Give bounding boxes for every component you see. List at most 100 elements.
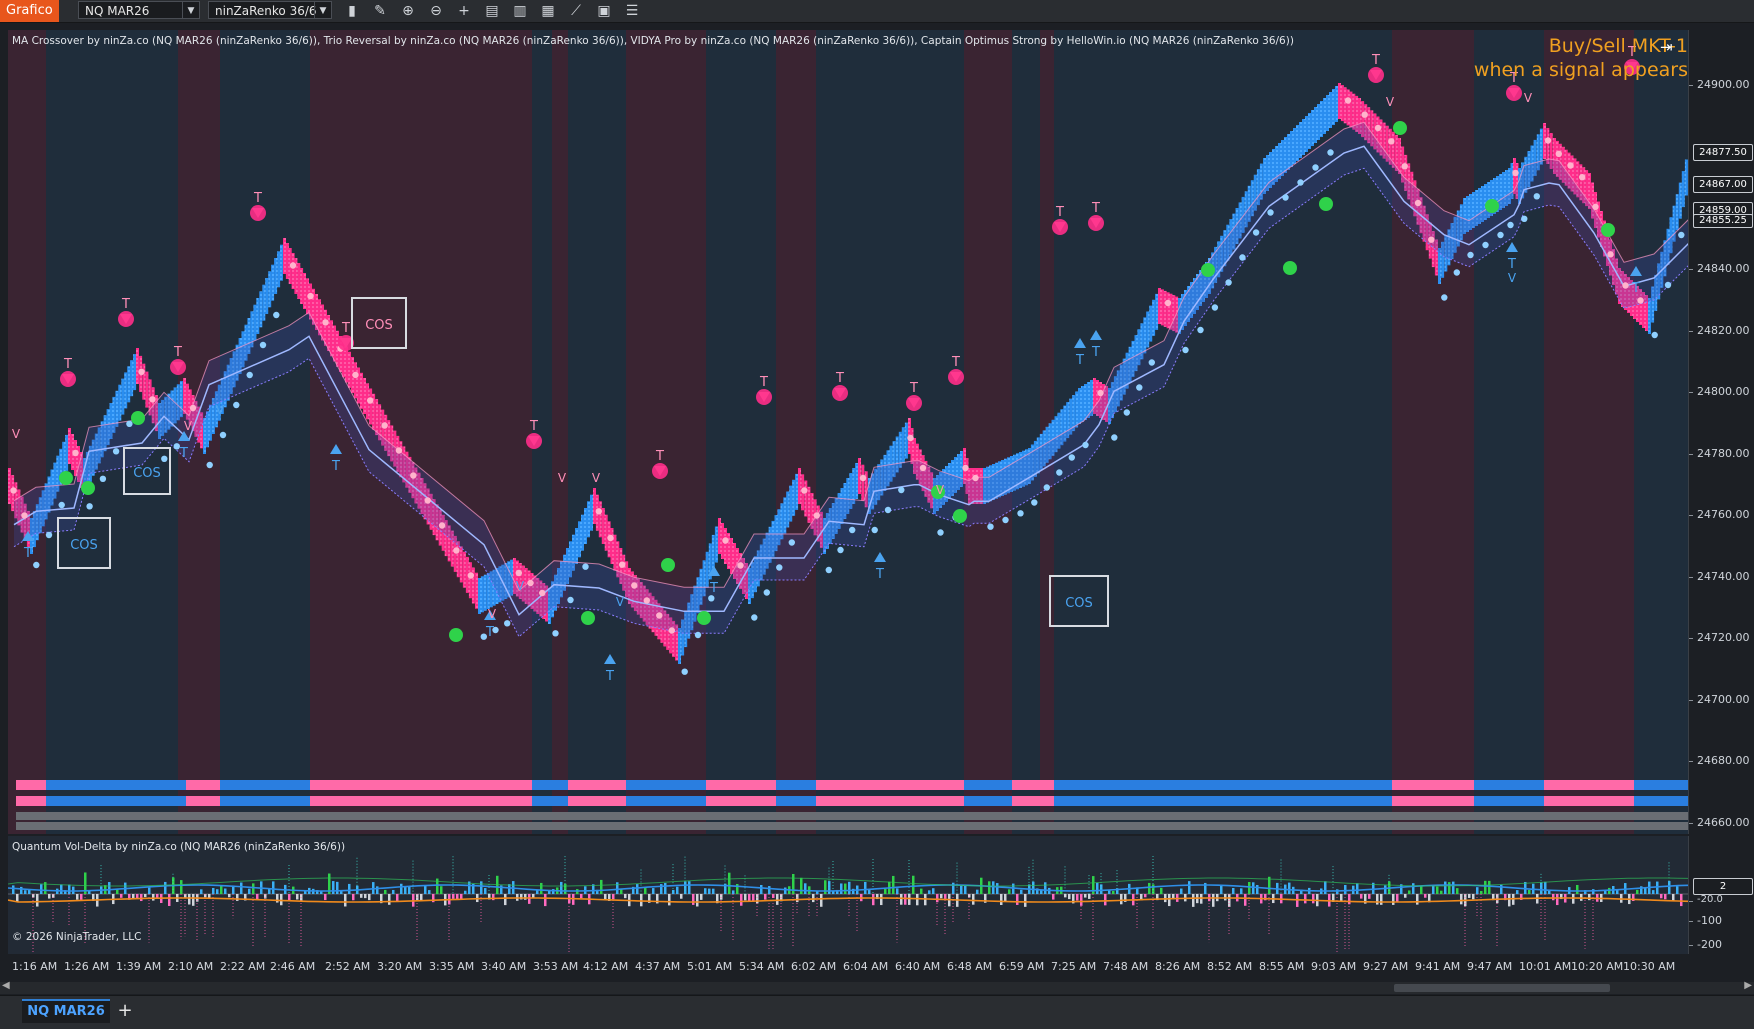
bull-brick: [795, 473, 799, 510]
price-axis[interactable]: 24900.00 24840.00 24820.00 24800.00 2478…: [1688, 30, 1754, 834]
bull-brick: [587, 501, 590, 538]
pencil-icon[interactable]: ✎: [370, 2, 390, 20]
sub-tick: -20.0: [1689, 894, 1723, 905]
delta-bar: [872, 894, 875, 906]
trend-strip-segment: [1474, 796, 1544, 806]
scroll-right-icon[interactable]: ▶: [1744, 980, 1752, 991]
trail-dot-bull: [33, 561, 40, 569]
bull-brick: [575, 528, 578, 564]
green-signal-dot: [1485, 199, 1499, 213]
delta-bar: [1644, 887, 1647, 894]
chevron-down-icon[interactable]: ▼: [314, 2, 331, 18]
trend-strip-segment: [532, 796, 568, 806]
bear-brick: [145, 371, 149, 408]
price-tick: 24780.00: [1689, 447, 1750, 460]
templates-icon[interactable]: ▥: [510, 2, 530, 20]
indicators-icon[interactable]: ⟋: [566, 2, 586, 20]
delta-bar: [336, 881, 339, 894]
chevron-down-icon[interactable]: ▼: [182, 2, 199, 18]
delta-bar: [624, 894, 627, 899]
delta-bar: [216, 889, 219, 894]
delta-bar: [960, 885, 963, 894]
alerts-icon[interactable]: ▣: [594, 2, 614, 20]
delta-bar: [560, 881, 563, 894]
signal-label: T: [605, 669, 614, 684]
delta-bar: [180, 880, 183, 894]
delta-bar: [900, 894, 903, 905]
scrollbar-thumb[interactable]: [1394, 984, 1610, 992]
delta-bar: [392, 889, 395, 894]
zoom-out-icon[interactable]: ⊖: [426, 2, 446, 20]
time-axis[interactable]: 1:16 AM 1:26 AM 1:39 AM 2:10 AM 2:22 AM 2:46 …: [0, 956, 1754, 978]
delta-bar: [1576, 884, 1579, 894]
delta-bar: [1356, 883, 1359, 894]
horizontal-scrollbar[interactable]: ◀ ▶: [0, 980, 1754, 994]
app-tab[interactable]: Grafico: [0, 0, 59, 22]
close-alert-icon[interactable]: ⇥: [1660, 38, 1673, 56]
list-icon[interactable]: ☰: [622, 2, 642, 20]
bear-brick: [375, 399, 379, 436]
bar-type-selector[interactable]: ninZaRenko 36/6 ▼: [208, 1, 332, 19]
delta-bar: [1016, 894, 1019, 905]
bull-brick: [1296, 125, 1299, 161]
bar-type-icon[interactable]: ▮: [342, 2, 362, 20]
delta-bar: [1064, 894, 1067, 898]
delta-bar: [1384, 885, 1387, 894]
crosshair-icon[interactable]: +: [454, 2, 474, 20]
price-chart: TTTTTTTT TTTT TTTTTTTTTTTTTTTVVVV VVV VVVVV …: [8, 45, 1688, 830]
time-tick: 6:04 AM: [843, 960, 889, 973]
vol-delta-panel[interactable]: [8, 836, 1688, 954]
delta-bar: [156, 894, 159, 898]
trail-dot-bull: [1678, 231, 1685, 239]
delta-bar: [324, 894, 327, 901]
delta-bar: [348, 883, 351, 894]
cos-label: COS: [70, 538, 98, 553]
bull-brick: [118, 384, 122, 421]
green-signal-dot: [1201, 263, 1215, 277]
delta-bar: [1376, 894, 1379, 905]
green-signal-dot: [1319, 197, 1333, 211]
sell-dot: [1506, 85, 1522, 101]
instrument-selector[interactable]: NQ MAR26 ▼: [78, 1, 200, 19]
zoom-in-icon[interactable]: ⊕: [398, 2, 418, 20]
trail-dot-bear: [656, 612, 663, 619]
subpanel-axis[interactable]: 2 -20.0 -100 -200: [1688, 836, 1754, 954]
delta-bar: [748, 894, 751, 902]
bear-brick: [360, 372, 363, 409]
time-tick: 8:26 AM: [1155, 960, 1201, 973]
price-tick: 24700.00: [1689, 693, 1750, 706]
sell-dot: [1088, 215, 1104, 231]
signal-label: V: [592, 471, 601, 485]
alert-line-1: Buy/Sell MKT-1: [1548, 35, 1688, 57]
scroll-left-icon[interactable]: ◀: [2, 980, 10, 991]
delta-bar: [1472, 894, 1475, 900]
bear-brick: [861, 464, 865, 501]
momentum-strip: [16, 822, 1688, 830]
time-tick: 9:41 AM: [1415, 960, 1461, 973]
delta-bar: [1220, 885, 1223, 894]
add-tab-button[interactable]: +: [114, 1001, 136, 1021]
trend-strip-segment: [964, 780, 1012, 790]
delta-bar: [580, 894, 583, 899]
delta-bar: [764, 894, 767, 900]
delta-bar: [1032, 881, 1035, 894]
delta-bar: [240, 882, 243, 894]
bull-brick: [262, 284, 266, 321]
signal-label: V: [184, 419, 193, 433]
bull-brick: [786, 491, 790, 528]
delta-bar: [164, 881, 167, 894]
delta-bar: [776, 894, 779, 905]
strategies-icon[interactable]: ▦: [538, 2, 558, 20]
delta-bar: [848, 881, 851, 894]
bar-type-value: ninZaRenko 36/6: [215, 4, 317, 18]
tab-nq-mar26[interactable]: NQ MAR26: [22, 999, 110, 1023]
price-panel[interactable]: TTTTTTTTTTTTTTTTTTTTTTTTTTTVVVVVVVVVVVV …: [8, 30, 1688, 834]
bull-brick: [855, 463, 859, 499]
price-tick: 24660.00: [1689, 816, 1750, 829]
delta-bar: [1148, 882, 1151, 894]
trend-strip-segment: [46, 780, 186, 790]
trail-dot-bull: [273, 311, 280, 319]
properties-icon[interactable]: ▤: [482, 2, 502, 20]
bull-brick: [115, 390, 119, 427]
bull-brick: [133, 354, 137, 391]
